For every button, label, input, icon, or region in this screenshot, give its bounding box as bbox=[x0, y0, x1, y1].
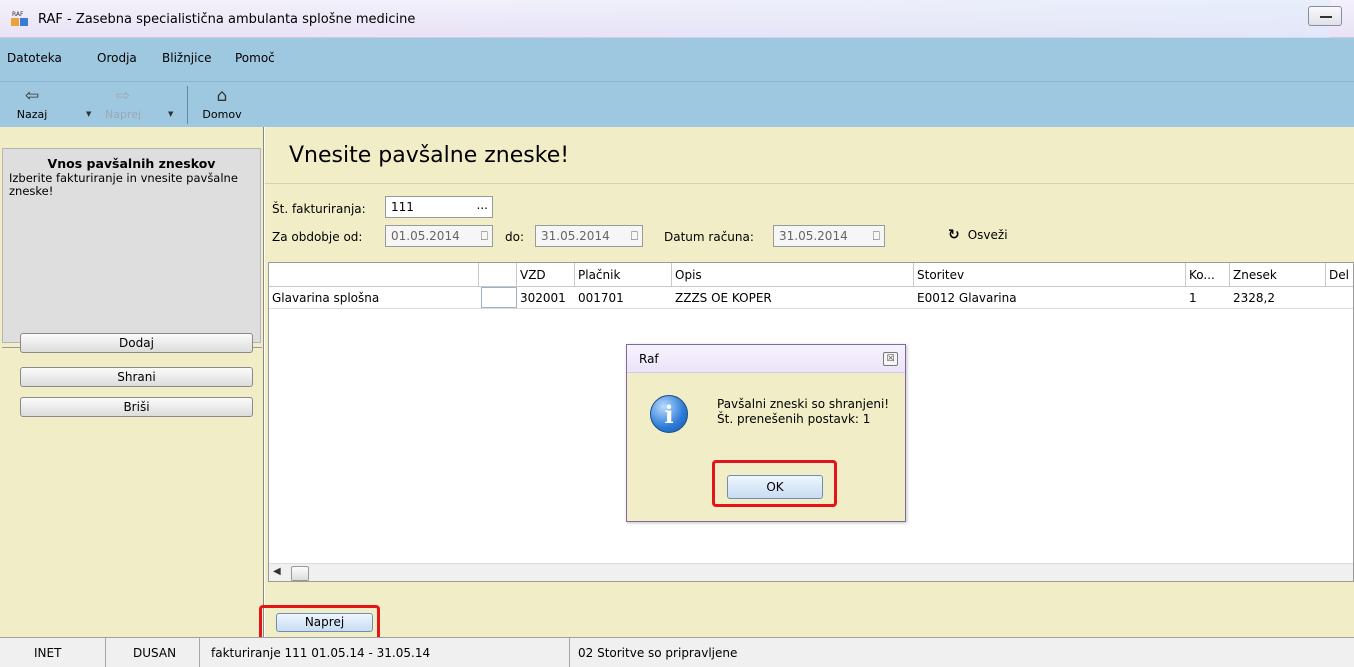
column-header-storitev[interactable]: Storitev bbox=[914, 263, 1186, 287]
menu-bar: Datoteka Orodja Bližnjice Pomoč bbox=[0, 38, 1354, 82]
refresh-icon: ↻ bbox=[948, 227, 960, 243]
period-from-label: Za obdobje od: bbox=[272, 230, 363, 244]
refresh-button[interactable]: ↻ Osveži bbox=[948, 227, 1008, 243]
invoice-picker-button[interactable]: ... bbox=[477, 195, 488, 215]
home-button[interactable]: ⌂ Domov bbox=[196, 86, 248, 121]
save-button[interactable]: Shrani bbox=[20, 367, 253, 387]
cell-vzd: 302001 bbox=[520, 291, 566, 305]
invoice-date-label: Datum računa: bbox=[664, 230, 754, 244]
period-from-field[interactable]: 01.05.2014 ⎕ bbox=[385, 225, 493, 247]
menu-bliznjice[interactable]: Bližnjice bbox=[162, 51, 211, 65]
status-bar: INET DUSAN fakturiranje 111 01.05.14 - 3… bbox=[0, 637, 1354, 667]
column-header-opis[interactable]: Opis bbox=[672, 263, 914, 287]
window-titlebar: RAF RAF - Zasebna specialistična ambulan… bbox=[0, 0, 1354, 38]
invoice-no-value: 111 bbox=[391, 200, 414, 214]
message-dialog: Raf ☒ i Pavšalni zneski so shranjeni! Št… bbox=[626, 344, 906, 522]
scrollbar-thumb[interactable] bbox=[291, 566, 309, 581]
dialog-title: Raf bbox=[639, 352, 659, 366]
column-header-znesek[interactable]: Znesek bbox=[1230, 263, 1326, 287]
navigation-toolbar: ⇦ Nazaj ▼ ⇨ Naprej ▼ ⌂ Domov bbox=[0, 82, 1354, 127]
app-logo-icon: RAF bbox=[11, 11, 28, 26]
cell-kolicina: 1 bbox=[1189, 291, 1197, 305]
invoice-date-value: 31.05.2014 bbox=[779, 229, 848, 243]
period-to-label: do: bbox=[505, 230, 525, 244]
forward-label: Naprej bbox=[104, 108, 142, 121]
add-button[interactable]: Dodaj bbox=[20, 333, 253, 353]
dialog-message-line2: Št. prenešenih postavk: 1 bbox=[717, 412, 871, 426]
left-arrow-icon: ⇦ bbox=[24, 86, 40, 106]
grid-header: VZD Plačnik Opis Storitev Ko... Znesek D… bbox=[269, 263, 1353, 287]
page-title: Vnesite pavšalne zneske! bbox=[289, 143, 570, 168]
minimize-button[interactable] bbox=[1308, 6, 1342, 26]
next-button[interactable]: Naprej bbox=[276, 613, 373, 632]
cell-name: Glavarina splošna bbox=[272, 291, 380, 305]
dialog-titlebar: Raf ☒ bbox=[627, 345, 905, 373]
titlebar-glow bbox=[270, 0, 1330, 38]
bottom-action-bar: Naprej bbox=[265, 582, 1354, 637]
task-info-box: Vnos pavšalnih zneskov Izberite fakturir… bbox=[2, 148, 261, 343]
cell-del bbox=[1326, 287, 1353, 309]
cell-edit[interactable] bbox=[481, 287, 517, 308]
scroll-left-icon[interactable]: ◀ bbox=[273, 566, 281, 577]
calendar-icon[interactable]: ⎕ bbox=[873, 226, 880, 246]
back-label: Nazaj bbox=[16, 108, 48, 121]
column-header-vzd[interactable]: VZD bbox=[517, 263, 575, 287]
toolbar-separator bbox=[187, 86, 188, 124]
window-title: RAF - Zasebna specialistična ambulanta s… bbox=[38, 12, 416, 27]
delete-button[interactable]: Briši bbox=[20, 397, 253, 417]
menu-orodja[interactable]: Orodja bbox=[97, 51, 137, 65]
column-header-del[interactable]: Del bbox=[1326, 263, 1353, 287]
forward-button[interactable]: ⇨ Naprej bbox=[97, 86, 149, 121]
cell-storitev: E0012 Glavarina bbox=[917, 291, 1017, 305]
invoice-no-label: Št. fakturiranja: bbox=[272, 202, 366, 216]
right-arrow-icon: ⇨ bbox=[115, 86, 131, 106]
task-title: Vnos pavšalnih zneskov bbox=[47, 156, 216, 171]
invoice-no-field[interactable]: 111 ... bbox=[385, 196, 493, 218]
filter-area bbox=[265, 183, 1354, 261]
status-invoice: fakturiranje 111 01.05.14 - 31.05.14 bbox=[200, 638, 570, 667]
forward-dropdown-icon[interactable]: ▼ bbox=[168, 110, 173, 118]
calendar-icon[interactable]: ⎕ bbox=[631, 226, 638, 246]
calendar-icon[interactable]: ⎕ bbox=[481, 226, 488, 246]
dialog-message: Pavšalni zneski so shranjeni! Št. preneš… bbox=[717, 397, 889, 427]
column-header-name[interactable] bbox=[269, 263, 479, 287]
left-panel: Vnos pavšalnih zneskov Izberite fakturir… bbox=[0, 127, 264, 637]
status-message: 02 Storitve so pripravljene bbox=[578, 646, 738, 660]
cell-placnik: 001701 bbox=[578, 291, 624, 305]
horizontal-scrollbar[interactable]: ◀ bbox=[269, 563, 1353, 581]
period-to-field[interactable]: 31.05.2014 ⎕ bbox=[535, 225, 643, 247]
svg-text:RAF: RAF bbox=[12, 11, 24, 18]
invoice-date-field[interactable]: 31.05.2014 ⎕ bbox=[773, 225, 885, 247]
refresh-label: Osveži bbox=[967, 228, 1008, 242]
back-dropdown-icon[interactable]: ▼ bbox=[86, 110, 91, 118]
table-row[interactable]: Glavarina splošna 302001 001701 ZZZS OE … bbox=[269, 287, 1353, 309]
dialog-message-line1: Pavšalni zneski so shranjeni! bbox=[717, 397, 890, 411]
status-user: DUSAN bbox=[106, 638, 200, 667]
menu-datoteka[interactable]: Datoteka bbox=[7, 51, 62, 65]
column-header-placnik[interactable]: Plačnik bbox=[575, 263, 672, 287]
period-to-value: 31.05.2014 bbox=[541, 229, 610, 243]
dialog-close-button[interactable]: ☒ bbox=[883, 352, 898, 366]
back-button[interactable]: ⇦ Nazaj bbox=[6, 86, 58, 121]
period-from-value: 01.05.2014 bbox=[391, 229, 460, 243]
column-header-kolicina[interactable]: Ko... bbox=[1186, 263, 1230, 287]
home-icon: ⌂ bbox=[216, 86, 228, 106]
task-description: Izberite fakturiranje in vnesite pavšaln… bbox=[9, 171, 238, 198]
info-icon: i bbox=[650, 395, 688, 433]
ok-button[interactable]: OK bbox=[727, 475, 823, 499]
cell-opis: ZZZS OE KOPER bbox=[675, 291, 772, 305]
status-connection: INET bbox=[0, 638, 106, 667]
menu-pomoc[interactable]: Pomoč bbox=[235, 51, 275, 65]
home-label: Domov bbox=[202, 108, 242, 121]
cell-znesek: 2328,2 bbox=[1233, 291, 1275, 305]
column-header-edit[interactable] bbox=[479, 263, 517, 287]
